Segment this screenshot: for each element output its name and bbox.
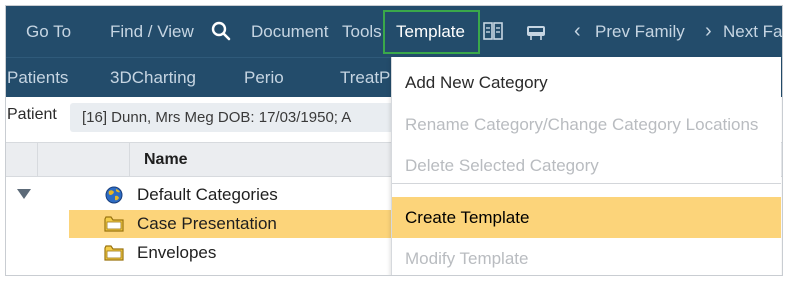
menu-item-rename-category: Rename Category/Change Category Location… xyxy=(405,115,759,134)
folder-icon xyxy=(104,245,124,261)
search-icon[interactable] xyxy=(210,20,232,42)
tab-patients[interactable]: Patients xyxy=(7,58,68,98)
tree-row-label: Default Categories xyxy=(137,185,278,204)
menu-template[interactable]: Template xyxy=(396,6,465,57)
tab-perio[interactable]: Perio xyxy=(244,58,284,98)
app-window: Go To Find / View Document Tools Templat… xyxy=(5,5,783,276)
grid-header-expander-col xyxy=(6,143,38,176)
menu-item-create-template[interactable]: Create Template xyxy=(392,197,781,238)
grid-header-icon-col xyxy=(38,143,130,176)
tree-row-label: Case Presentation xyxy=(137,214,277,233)
column-header-name[interactable]: Name xyxy=(144,143,188,176)
collapse-arrow-icon[interactable] xyxy=(17,189,31,199)
menu-tools[interactable]: Tools xyxy=(342,6,382,57)
menu-item-add-new-category[interactable]: Add New Category xyxy=(392,62,781,103)
tree-row-label: Envelopes xyxy=(137,243,217,262)
menu-item-modify-template: Modify Template xyxy=(405,249,529,268)
template-dropdown-menu: Add New Category Rename Category/Change … xyxy=(391,57,781,275)
menu-document[interactable]: Document xyxy=(251,6,328,57)
tab-treatment[interactable]: TreatP xyxy=(340,58,390,98)
menu-separator xyxy=(392,183,781,184)
tab-3dcharting[interactable]: 3DCharting xyxy=(110,58,196,98)
globe-icon xyxy=(105,186,123,204)
book-icon[interactable] xyxy=(482,20,504,42)
menu-item-delete-category: Delete Selected Category xyxy=(405,156,599,175)
chevron-left-icon[interactable]: ‹ xyxy=(574,6,581,57)
menu-next-family[interactable]: Next Fa xyxy=(723,6,782,57)
sms-icon[interactable] xyxy=(525,20,547,42)
chevron-right-icon[interactable]: › xyxy=(705,6,712,57)
menu-bar: Go To Find / View Document Tools Templat… xyxy=(6,6,782,57)
menu-prev-family[interactable]: Prev Family xyxy=(595,6,685,57)
menu-find-view[interactable]: Find / View xyxy=(110,6,194,57)
patient-label: Patient xyxy=(7,106,57,123)
folder-icon xyxy=(104,216,124,232)
patient-field[interactable]: [16] Dunn, Mrs Meg DOB: 17/03/1950; A xyxy=(70,103,430,132)
menu-goto[interactable]: Go To xyxy=(26,6,71,57)
